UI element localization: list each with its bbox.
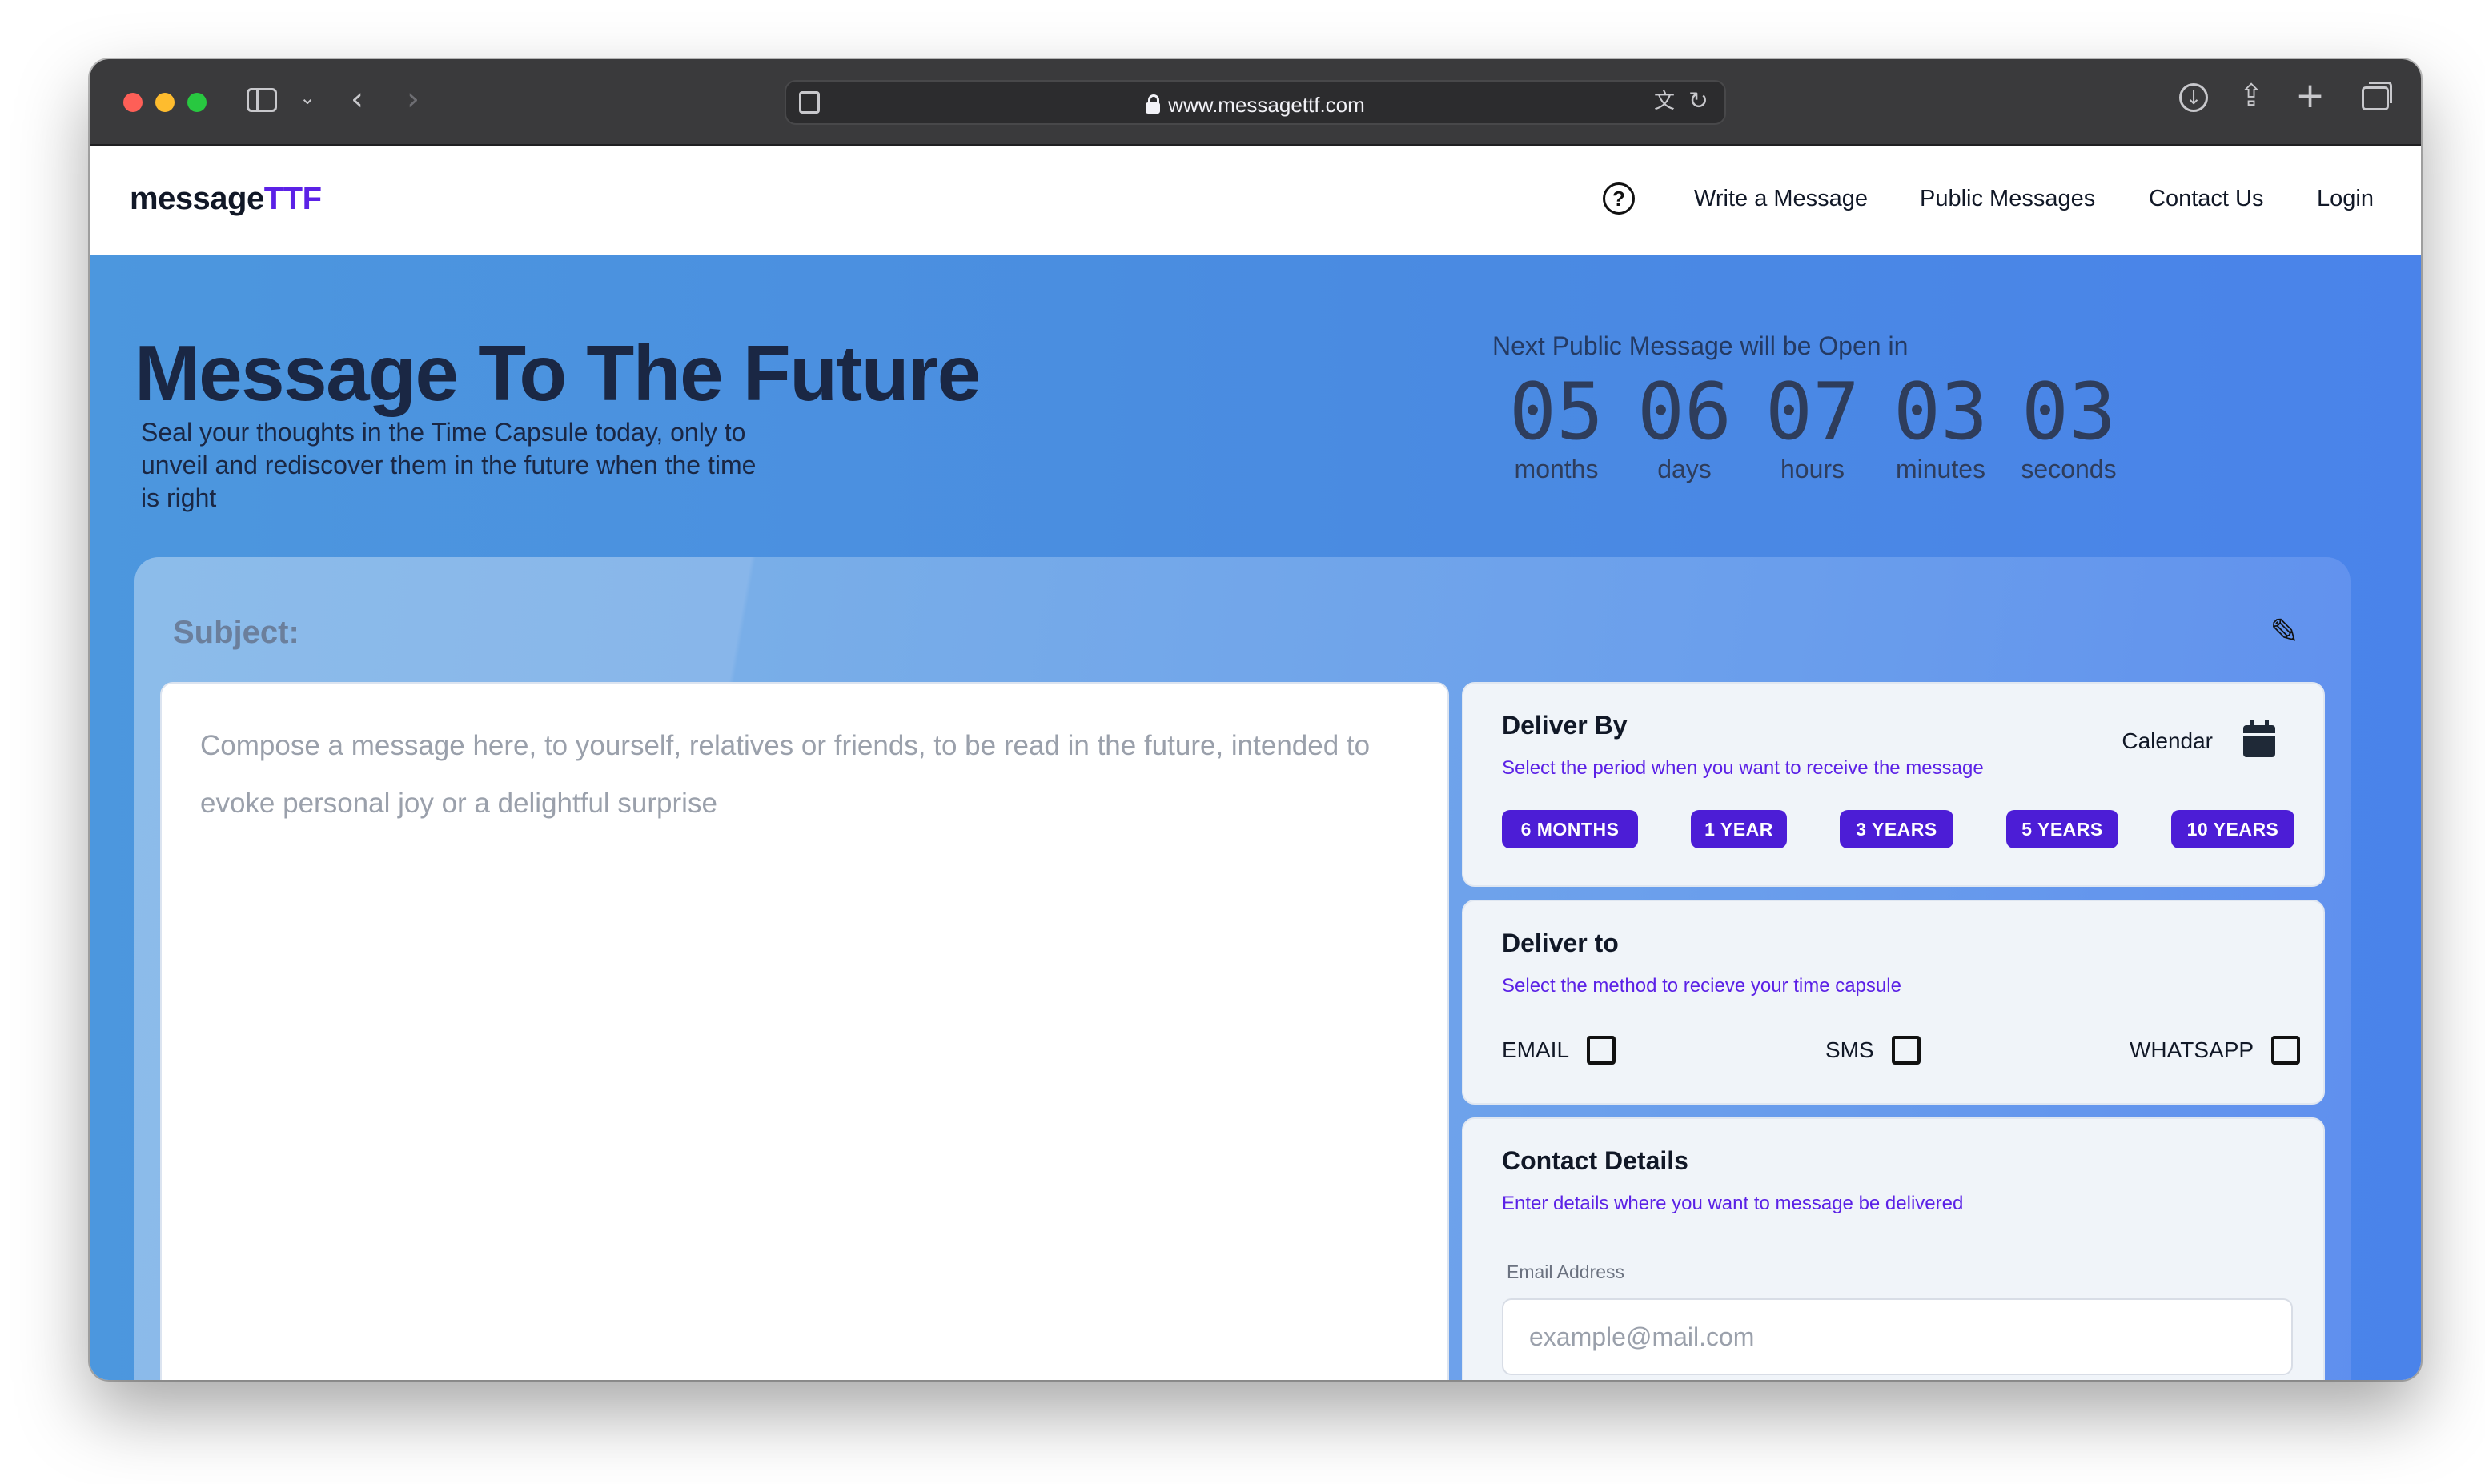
close-window-button[interactable] [123,93,143,112]
deliver-by-description: Select the period when you want to recei… [1502,757,1984,779]
browser-window: ⌄ ‹ › www.messagettf.com 文 ↻ ↓ ⇪ + messa… [90,59,2421,1380]
email-checkbox[interactable] [1587,1036,1616,1065]
email-address-label: Email Address [1507,1261,1625,1282]
translate-icon[interactable]: 文 [1654,91,1675,112]
minimize-window-button[interactable] [155,93,175,112]
countdown-hours: 07 hours [1764,367,1860,483]
chevron-down-icon[interactable]: ⌄ [299,88,315,107]
contact-details-title: Contact Details [1502,1146,1688,1175]
nav-login[interactable]: Login [2317,186,2374,212]
hero-section: Message To The Future Seal your thoughts… [90,255,2421,1380]
pencil-icon[interactable]: ✎ [2270,612,2299,652]
countdown-label: Next Public Message will be Open in [1492,331,1909,360]
reload-icon[interactable]: ↻ [1688,90,1708,114]
deliver-to-panel: Deliver to Select the method to recieve … [1462,900,2325,1105]
calendar-button[interactable]: Calendar [2122,720,2275,757]
method-email-option[interactable]: EMAIL [1502,1036,1616,1065]
period-5-years-button[interactable]: 5 YEARS [2006,810,2118,848]
logo[interactable]: messageTTF [130,181,322,217]
countdown-seconds: 03 seconds [2021,367,2117,483]
whatsapp-checkbox[interactable] [2271,1036,2301,1065]
sms-checkbox[interactable] [1891,1036,1921,1065]
period-1-year-button[interactable]: 1 YEAR [1691,810,1787,848]
help-icon[interactable]: ? [1603,182,1635,215]
deliver-by-panel: Deliver By Select the period when you wa… [1462,682,2325,887]
lock-icon [1146,94,1161,114]
message-compose-area[interactable]: Compose a message here, to yourself, rel… [160,682,1449,1380]
countdown-minutes: 03 minutes [1893,367,1988,483]
countdown-months: 05 months [1508,367,1604,483]
subject-label[interactable]: Subject: [173,615,299,651]
new-tab-icon[interactable]: + [2295,78,2325,114]
email-field[interactable] [1502,1298,2293,1375]
contact-details-panel: Contact Details Enter details where you … [1462,1117,2325,1380]
method-whatsapp-option[interactable]: WHATSAPP [2130,1036,2301,1065]
url-text: www.messagettf.com [1168,93,1365,117]
method-sms-option[interactable]: SMS [1825,1036,1921,1065]
hero-subtitle: Seal your thoughts in the Time Capsule t… [141,418,757,512]
page-title: Message To The Future [134,329,981,417]
share-icon[interactable]: ⇪ [2238,80,2264,110]
tab-overview-icon[interactable] [2362,82,2392,110]
message-form-card: Subject: ✎ Compose a message here, to yo… [134,557,2351,1380]
address-bar[interactable]: www.messagettf.com 文 ↻ [785,80,1726,125]
period-10-years-button[interactable]: 10 YEARS [2171,810,2294,848]
compose-placeholder: Compose a message here, to yourself, rel… [200,730,1371,819]
calendar-icon [2243,720,2275,757]
deliver-by-title: Deliver By [1502,711,1628,740]
maximize-window-button[interactable] [187,93,207,112]
period-6-months-button[interactable]: 6 MONTHS [1502,810,1638,848]
sidebar-toggle-icon[interactable] [247,88,277,112]
period-3-years-button[interactable]: 3 YEARS [1840,810,1953,848]
forward-arrow-icon[interactable]: › [407,83,420,115]
contact-details-description: Enter details where you want to message … [1502,1193,1964,1214]
nav-public-messages[interactable]: Public Messages [1920,186,2095,212]
browser-toolbar: ⌄ ‹ › www.messagettf.com 文 ↻ ↓ ⇪ + [90,59,2421,146]
back-arrow-icon[interactable]: ‹ [351,83,363,115]
deliver-to-description: Select the method to recieve your time c… [1502,975,1901,997]
nav-contact-us[interactable]: Contact Us [2149,186,2263,212]
download-icon[interactable]: ↓ [2179,83,2208,112]
deliver-to-title: Deliver to [1502,929,1619,957]
countdown-days: 06 days [1636,367,1732,483]
nav-write-message[interactable]: Write a Message [1694,186,1868,212]
site-header: messageTTF ? Write a Message Public Mess… [90,146,2421,255]
